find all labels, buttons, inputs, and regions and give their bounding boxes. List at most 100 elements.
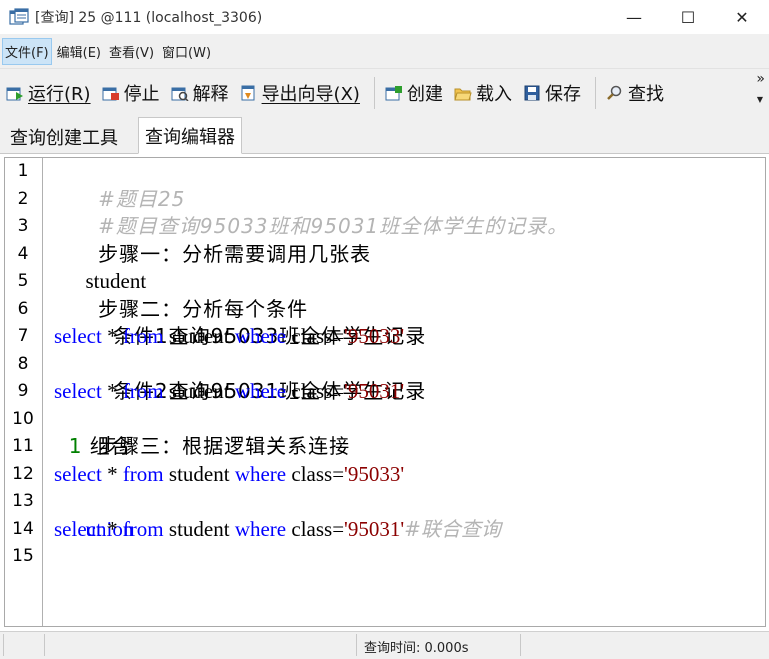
load-icon [454,85,472,101]
line-number: 9 [17,381,29,401]
text-token: 步骤三：根据逻辑关系连接 [98,434,351,458]
keyword-token: where [234,324,287,348]
code-line: 步骤三：根据逻辑关系连接 [54,406,350,458]
line-number: 13 [12,491,34,511]
app-icon [9,8,29,26]
line-number: 11 [12,436,34,456]
create-icon [385,85,403,101]
line-number: 12 [12,463,34,484]
close-button[interactable]: ✕ [715,0,769,34]
explain-icon [171,85,189,102]
line-number: 3 [17,216,29,236]
toolbar-overflow-icon[interactable]: » [756,71,765,87]
text-token: class= [286,461,345,486]
code-line: #题目25 [54,158,185,211]
code-line: select * from student where class='95033… [54,461,404,489]
find-button[interactable]: 查找 [606,78,664,108]
line-number: 10 [12,408,34,429]
create-label: 创建 [406,83,443,105]
tab-bar: 查询创建工具 查询编辑器 [0,116,769,154]
window-controls: — ☐ ✕ [607,0,769,34]
run-label: 运行(R) [28,83,91,105]
keyword-token: select [54,516,102,541]
save-label: 保存 [544,83,581,105]
keyword-token: select [54,379,102,403]
text-token: * [101,379,123,403]
text-token: 组合 [82,434,132,458]
title-bar: [查询] 25 @111 (localhost_3306) — ☐ ✕ [0,0,769,34]
line-number: 7 [17,326,29,346]
stop-button[interactable]: 停止 [102,78,160,108]
explain-label: 解释 [192,83,229,105]
line-number: 4 [17,243,29,264]
code-line: 条件2查询95031班全体学生记录 [54,351,426,403]
string-token: '95033' [344,461,405,486]
maximize-button[interactable]: ☐ [661,0,715,34]
toolbar-separator [594,76,596,109]
query-time-status: 查询时间: 0.000s [364,641,469,656]
text-token: student [163,461,235,486]
string-token: '95031' [344,379,405,403]
find-label: 查找 [627,83,664,105]
text-token: student [163,516,235,541]
code-line: 条件1查询95033班全体学生记录 [54,296,426,348]
keyword-token: select [54,461,102,486]
comment-token: #联合查询 [404,516,501,541]
text-token: class= [286,516,345,541]
minimize-button[interactable]: — [607,0,661,34]
text-token: * [101,324,123,348]
save-icon [523,85,541,101]
string-token: '95033' [344,324,405,348]
keyword-token: where [234,516,287,541]
toolbar: 运行(R) 停止 解释 导出向导(X) 创建 载入 保存 查找 » ▼ [0,68,769,116]
toolbar-dropdown-icon[interactable]: ▼ [757,95,763,104]
line-number: 15 [12,546,34,566]
tab-query-editor[interactable]: 查询编辑器 [138,117,242,154]
export-icon [240,85,258,101]
status-divider [520,634,521,656]
find-icon [606,85,624,101]
line-number-gutter: 1 2 3 4 5 6 7 8 9 10 11 12 13 14 15 [5,158,43,626]
line-number: 8 [17,353,29,374]
menu-file[interactable]: 文件(F) [2,37,52,65]
code-line: union [54,488,134,541]
number-token: 1 [54,434,83,458]
text-token: * [101,516,123,541]
code-line: 步骤二：分析每个条件 [54,268,308,321]
save-button[interactable]: 保存 [523,78,581,108]
keyword-token: from [122,379,164,403]
text-token: class= [286,324,345,348]
sql-editor[interactable]: 1 2 3 4 5 6 7 8 9 10 11 12 13 14 15 #题目2… [4,157,766,627]
line-number: 1 [17,161,29,181]
string-token: '95031' [344,516,405,541]
text-token: student [163,379,235,403]
stop-label: 停止 [123,83,160,105]
export-wizard-label: 导出向导(X) [261,83,360,105]
code-line: select * from student where class='95031… [54,516,501,544]
keyword-token: from [122,324,164,348]
keyword-token: from [122,461,164,486]
menu-edit[interactable]: 编辑(E) [54,38,104,65]
run-button[interactable]: 运行(R) [6,78,91,108]
tab-query-builder[interactable]: 查询创建工具 [4,120,124,154]
status-divider [3,634,4,656]
line-number: 14 [12,518,34,539]
keyword-token: where [234,461,287,486]
create-button[interactable]: 创建 [385,78,443,108]
menu-bar: 文件(F) 编辑(E) 查看(V) 窗口(W) [0,34,769,68]
code-line: select * from student where class='95033… [54,323,404,351]
export-wizard-button[interactable]: 导出向导(X) [240,78,360,108]
line-number: 2 [17,188,29,209]
keyword-token: select [54,324,102,348]
menu-view[interactable]: 查看(V) [106,38,157,65]
toolbar-separator [373,76,375,109]
text-token: class= [286,379,345,403]
stop-icon [102,85,120,101]
menu-window[interactable]: 窗口(W) [159,38,214,65]
explain-button[interactable]: 解释 [171,78,229,108]
text-token: student [163,324,235,348]
code-line: 步骤一：分析需要调用几张表 [54,213,371,266]
keyword-token: where [234,379,287,403]
code-line: #题目查询95033班和95031班全体学生的记录。 [54,186,568,238]
load-button[interactable]: 载入 [454,78,512,108]
